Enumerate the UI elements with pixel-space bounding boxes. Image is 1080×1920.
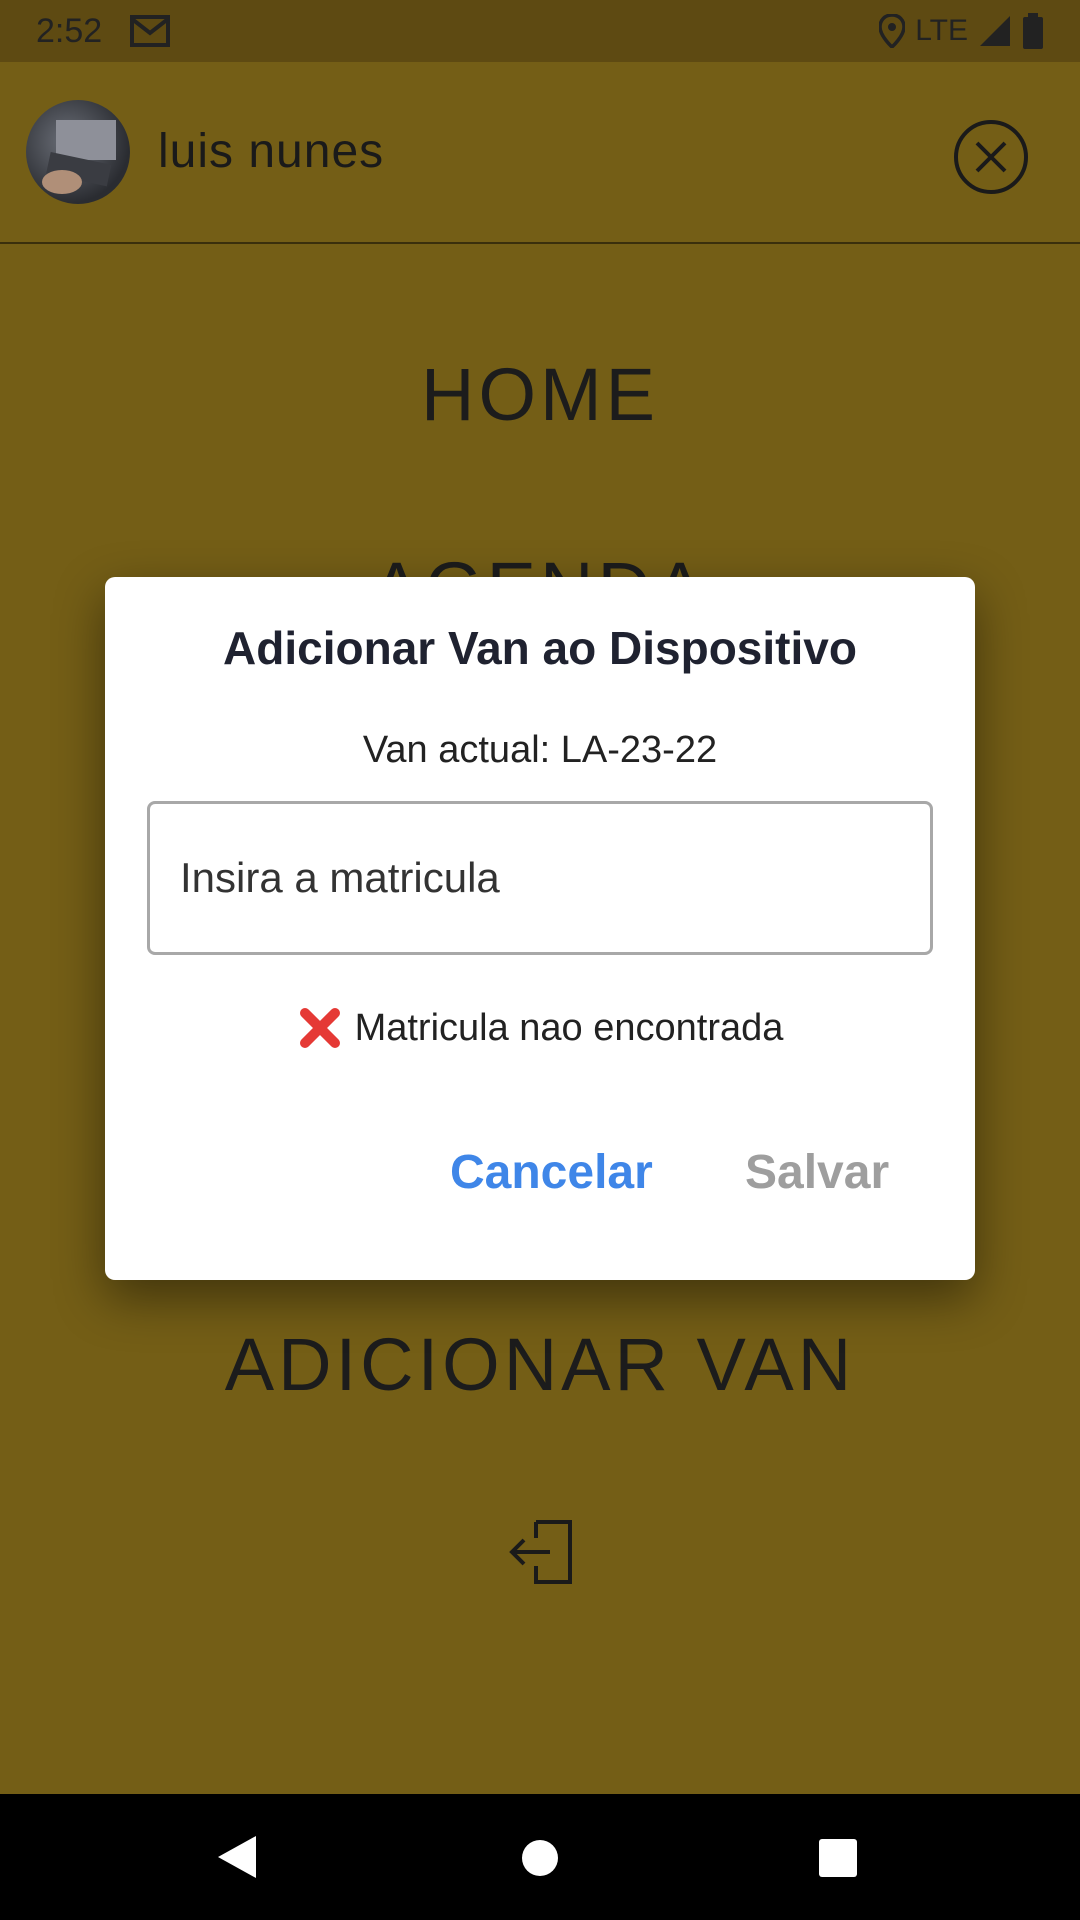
signal-icon: [980, 16, 1010, 46]
avatar-image-icon: [42, 120, 116, 194]
close-icon: [975, 141, 1007, 173]
logout-icon[interactable]: [506, 1516, 578, 1588]
home-icon[interactable]: [520, 1838, 560, 1878]
current-van-label: Van actual: LA-23-22: [362, 729, 718, 771]
cancel-button[interactable]: Cancelar: [450, 1145, 653, 1200]
location-icon: [879, 14, 906, 48]
back-icon[interactable]: [216, 1834, 258, 1880]
dialog-title: Adicionar Van ao Dispositivo: [223, 622, 857, 674]
menu-item-adicionar-van[interactable]: ADICIONAR VAN: [0, 1322, 1080, 1407]
add-van-dialog: Adicionar Van ao Dispositivo Van actual:…: [105, 577, 975, 1280]
drawer-header: luis nunes: [0, 62, 1080, 244]
avatar[interactable]: [26, 100, 130, 204]
save-button[interactable]: Salvar: [745, 1145, 889, 1200]
error-text: Matricula nao encontrada: [354, 1006, 784, 1049]
menu-item-home[interactable]: HOME: [0, 352, 1080, 437]
error-message: Matricula nao encontrada: [105, 1005, 975, 1051]
navigation-bar: [0, 1794, 1080, 1920]
close-drawer-button[interactable]: [954, 120, 1028, 194]
network-label: LTE: [915, 14, 968, 47]
battery-icon: [1023, 13, 1043, 49]
status-time: 2:52: [36, 11, 103, 50]
error-cross-icon: [299, 1008, 340, 1048]
recents-icon[interactable]: [818, 1838, 858, 1878]
gmail-icon: [130, 15, 171, 47]
plate-input[interactable]: [147, 801, 933, 955]
status-bar: 2:52 LTE: [0, 0, 1080, 62]
user-name: luis nunes: [158, 125, 385, 178]
